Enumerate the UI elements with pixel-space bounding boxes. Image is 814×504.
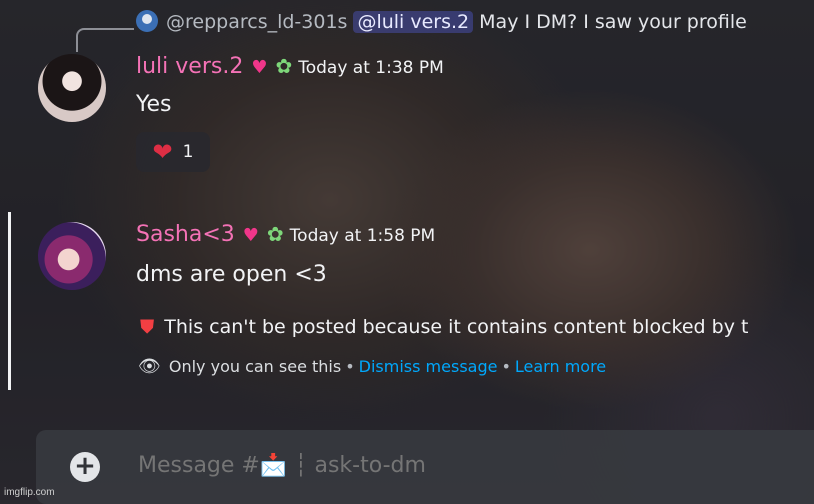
timestamp: Today at 1:58 PM — [289, 226, 436, 246]
selection-bar — [8, 212, 11, 390]
avatar[interactable] — [38, 222, 106, 290]
timestamp: Today at 1:38 PM — [298, 58, 444, 78]
username[interactable]: Sasha<3 — [136, 222, 235, 247]
reply-mention[interactable]: @luli vers.2 — [353, 11, 474, 33]
username[interactable]: luli vers.2 — [136, 54, 243, 79]
learn-more-link[interactable]: Learn more — [515, 357, 606, 376]
blocked-notice: ⛊ This can't be posted because it contain… — [140, 316, 748, 338]
sprout-icon: ✿ — [275, 54, 293, 78]
heart-icon: ❤ — [152, 138, 173, 166]
reply-preview[interactable]: @repparcs_ld-301s @luli vers.2 May I DM? I… — [136, 10, 747, 33]
eye-icon: 👁 — [138, 356, 161, 377]
heart-badge-icon: ♥ — [251, 57, 268, 78]
reply-spine — [76, 28, 134, 52]
shield-icon: ⛊ — [140, 316, 155, 338]
reply-avatar — [136, 10, 158, 32]
reaction-heart[interactable]: ❤ 1 — [136, 132, 210, 172]
avatar[interactable] — [38, 54, 106, 122]
sprout-icon: ✿ — [266, 222, 284, 246]
add-attachment-button[interactable]: + — [70, 452, 100, 482]
message-text: dms are open <3 — [136, 262, 327, 287]
heart-badge-icon: ♥ — [242, 225, 259, 246]
message-text: Yes — [136, 92, 172, 117]
dismiss-message-link[interactable]: Dismiss message — [359, 357, 498, 376]
separator-dot: • — [501, 357, 511, 376]
reaction-count: 1 — [182, 142, 194, 162]
watermark: imgflip.com — [4, 487, 55, 498]
ephemeral-note: 👁 Only you can see this • Dismiss message • L… — [138, 356, 606, 377]
message-header: Sasha<3 ♥ ✿ Today at 1:58 PM — [136, 222, 435, 247]
only-you-label: Only you can see this — [168, 357, 342, 376]
separator-dot: • — [345, 357, 355, 376]
reply-username[interactable]: @repparcs_ld-301s — [166, 11, 347, 33]
message-composer: + — [36, 430, 814, 504]
message-input[interactable] — [136, 452, 760, 479]
blocked-notice-text: This can't be posted because it contains… — [164, 316, 749, 338]
reply-text: May I DM? I saw your profile — [479, 11, 747, 33]
message-header: luli vers.2 ♥ ✿ Today at 1:38 PM — [136, 54, 444, 79]
